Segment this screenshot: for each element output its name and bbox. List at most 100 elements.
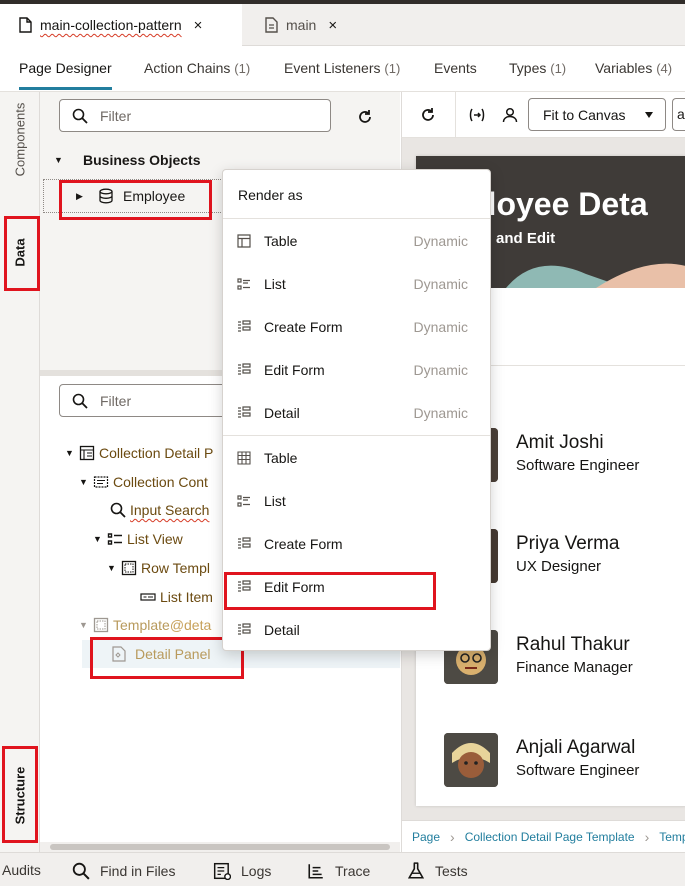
trace-button[interactable]: Trace — [307, 862, 370, 880]
tab-count: (1) — [234, 61, 251, 76]
template-icon — [121, 560, 137, 576]
tab-label: Events — [434, 60, 477, 76]
tree-node-collection-container[interactable]: ▼ Collection Cont — [79, 469, 208, 495]
table-icon — [237, 234, 251, 248]
side-tab-strip: Components Data Structure — [0, 92, 40, 852]
side-tab-components[interactable]: Components — [13, 97, 28, 183]
side-tab-structure[interactable]: Structure — [13, 763, 28, 829]
tree-node-row-template[interactable]: ▼ Row Templ — [107, 555, 210, 581]
tab-events[interactable]: Events — [434, 60, 477, 76]
search-icon — [72, 862, 90, 880]
data-filter-field[interactable] — [59, 99, 331, 132]
chevron-right-icon: › — [450, 828, 455, 845]
tab-action-chains[interactable]: Action Chains (1) — [144, 60, 250, 76]
close-icon[interactable]: × — [328, 17, 337, 34]
menu-item-tag: Dynamic — [413, 319, 468, 335]
employee-role: Software Engineer — [516, 762, 640, 779]
variable-icon[interactable] — [468, 107, 486, 123]
menu-item-edit-form[interactable]: Edit Form — [223, 567, 490, 607]
tree-node-input-search[interactable]: Input Search — [110, 497, 209, 523]
employee-node[interactable]: ▶ Employee — [76, 188, 185, 204]
template-icon — [93, 617, 109, 633]
business-objects-node[interactable]: ▼ Business Objects — [54, 152, 201, 168]
data-filter-input[interactable] — [100, 107, 250, 124]
menu-item-edit-form-dynamic[interactable]: Edit Form Dynamic — [223, 350, 490, 390]
tab-variables[interactable]: Variables (4) — [595, 60, 672, 76]
menu-item-tag: Dynamic — [413, 233, 468, 249]
scrollbar-thumb[interactable] — [50, 844, 390, 850]
employee-role: Software Engineer — [516, 457, 640, 474]
editor-tab-main-collection-pattern[interactable]: main-collection-pattern × — [0, 4, 242, 46]
breadcrumb-template-child[interactable]: Templ — [649, 830, 685, 844]
tree-node-label: Row Templ — [141, 560, 210, 576]
breadcrumb-template[interactable]: Collection Detail Page Template — [455, 830, 635, 844]
tab-label: Types — [509, 60, 547, 76]
editor-tab-main[interactable]: main × — [244, 4, 362, 46]
menu-item-table[interactable]: Table — [223, 438, 490, 478]
tree-node-detail-panel[interactable]: Detail Panel — [111, 641, 211, 667]
breadcrumb-page[interactable]: Page — [402, 830, 440, 844]
tree-node-list-view[interactable]: ▼ List View — [93, 526, 183, 552]
tab-label: Action Chains — [144, 60, 231, 76]
tab-types[interactable]: Types (1) — [509, 60, 566, 76]
caret-down-icon[interactable]: ▼ — [107, 563, 121, 573]
hero-subtitle: and Edit — [496, 230, 556, 247]
refresh-icon[interactable] — [357, 109, 373, 125]
bottom-label: Tests — [435, 863, 468, 879]
menu-divider — [223, 218, 490, 219]
flask-icon — [407, 862, 425, 879]
search-icon — [72, 393, 88, 409]
log-icon — [213, 862, 231, 880]
refresh-icon[interactable] — [420, 107, 436, 123]
menu-item-table-dynamic[interactable]: Table Dynamic — [223, 221, 490, 261]
find-in-files-button[interactable]: Find in Files — [72, 862, 175, 880]
toolbar-overflow-button[interactable]: a — [672, 98, 685, 131]
menu-item-tag: Dynamic — [413, 405, 468, 421]
caret-down-icon[interactable]: ▼ — [54, 155, 83, 165]
user-icon[interactable] — [502, 107, 518, 123]
audits-button[interactable]: Audits — [2, 862, 41, 878]
canvas-toolbar: Fit to Canvas a — [401, 92, 685, 138]
menu-item-label: Edit Form — [264, 579, 325, 595]
render-as-context-menu: Render as Table Dynamic List Dynamic Cre… — [222, 169, 491, 651]
caret-down-icon[interactable]: ▼ — [79, 620, 93, 630]
menu-item-detail-dynamic[interactable]: Detail Dynamic — [223, 393, 490, 433]
tests-button[interactable]: Tests — [407, 862, 468, 880]
employee-name: Priya Verma — [516, 533, 620, 554]
employee-name: Amit Joshi — [516, 432, 604, 453]
tree-node-collection-detail[interactable]: ▼ Collection Detail P — [65, 440, 213, 466]
menu-item-list-dynamic[interactable]: List Dynamic — [223, 264, 490, 304]
tree-node-template-detail[interactable]: ▼ Template @deta — [79, 612, 211, 638]
horizontal-scrollbar[interactable] — [40, 842, 400, 852]
panel-icon — [112, 646, 126, 662]
menu-item-label: Create Form — [264, 319, 343, 335]
close-icon[interactable]: × — [194, 17, 203, 34]
employee-name: Rahul Thakur — [516, 634, 630, 655]
caret-down-icon[interactable]: ▼ — [79, 477, 93, 487]
menu-item-label: Detail — [264, 622, 300, 638]
fit-to-canvas-select[interactable]: Fit to Canvas — [528, 98, 666, 131]
menu-item-create-form-dynamic[interactable]: Create Form Dynamic — [223, 307, 490, 347]
tab-label: Variables — [595, 60, 653, 76]
side-tab-data[interactable]: Data — [13, 229, 28, 277]
bottom-label: Logs — [241, 863, 272, 879]
menu-item-label: Table — [264, 450, 298, 466]
menu-item-detail[interactable]: Detail — [223, 610, 490, 650]
container-icon — [93, 476, 109, 488]
caret-right-icon[interactable]: ▶ — [76, 191, 98, 202]
tree-node-label: Detail Panel — [135, 646, 211, 662]
tab-event-listeners[interactable]: Event Listeners (1) — [284, 60, 400, 76]
page-template-icon — [79, 445, 95, 461]
caret-down-icon[interactable]: ▼ — [65, 448, 79, 458]
bottom-toolbar: Audits Find in Files Logs Trace Tests — [0, 852, 685, 886]
menu-item-list[interactable]: List — [223, 481, 490, 521]
caret-down-icon[interactable]: ▼ — [93, 534, 107, 544]
employee-list-item[interactable]: Anjali Agarwal Software Engineer — [416, 733, 685, 833]
logs-button[interactable]: Logs — [213, 862, 271, 880]
tab-count: (1) — [384, 61, 401, 76]
tree-node-slot-label: @deta — [169, 617, 212, 633]
menu-item-create-form[interactable]: Create Form — [223, 524, 490, 564]
toolbar-divider — [455, 92, 456, 138]
tab-page-designer[interactable]: Page Designer — [19, 60, 112, 90]
tree-node-list-item[interactable]: List Item — [140, 584, 213, 610]
